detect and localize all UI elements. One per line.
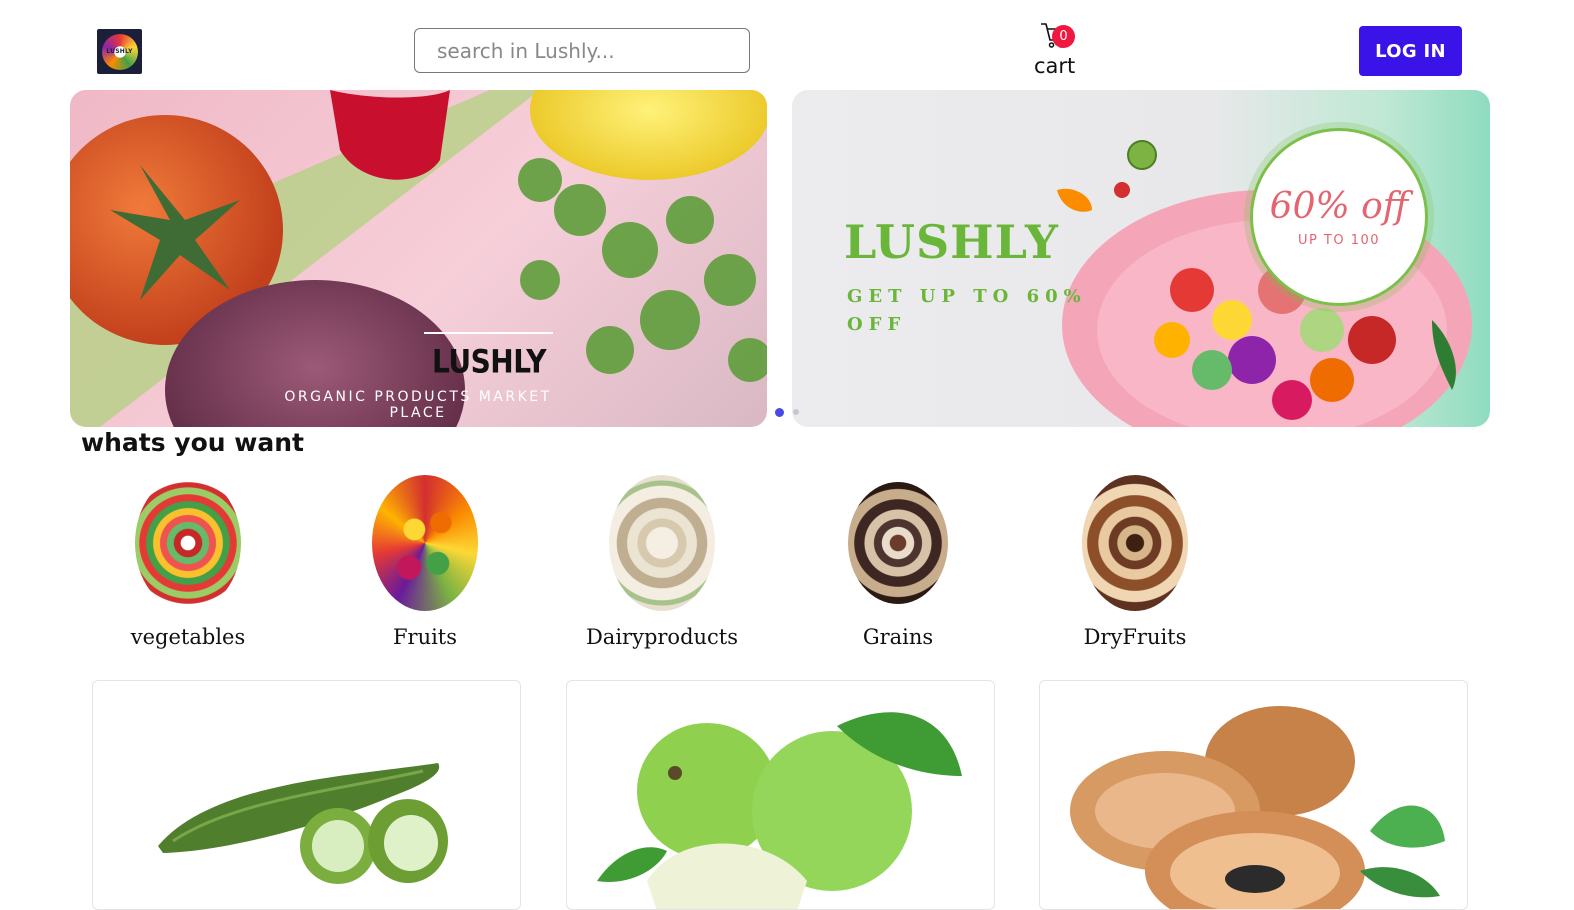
banner-brand: LUSHLY bbox=[844, 215, 1059, 269]
category-label: Fruits bbox=[392, 625, 458, 649]
discount-limit: UP TO 100 bbox=[1297, 233, 1381, 248]
category-grains[interactable]: Grains bbox=[788, 470, 1008, 655]
logo-text: LUSHLY bbox=[106, 48, 133, 55]
product-card[interactable] bbox=[566, 680, 995, 910]
carousel-dot-1[interactable] bbox=[775, 407, 784, 417]
category-fruits[interactable]: Fruits bbox=[315, 470, 535, 655]
header: LUSHLY 0 cart LOG IN bbox=[0, 0, 1574, 90]
vegetables-image bbox=[135, 475, 241, 611]
product-card[interactable] bbox=[1039, 680, 1468, 910]
carousel-dot-2[interactable] bbox=[793, 409, 799, 415]
cart-label: cart bbox=[1034, 54, 1076, 78]
category-dryfruits[interactable]: DryFruits bbox=[1025, 470, 1245, 655]
discount-percent: 60% off bbox=[1269, 186, 1409, 227]
banner-subtitle: ORGANIC PRODUCTS MARKET PLACE bbox=[284, 389, 552, 421]
category-label: vegetables bbox=[130, 625, 246, 649]
category-vegetables[interactable]: vegetables bbox=[78, 470, 298, 655]
discount-badge: 60% off UP TO 100 bbox=[1250, 128, 1428, 306]
category-label: DryFruits bbox=[1083, 625, 1187, 649]
cart-count-badge: 0 bbox=[1052, 25, 1075, 48]
category-label: Dairyproducts bbox=[585, 625, 739, 649]
cart-button[interactable]: 0 cart bbox=[1030, 18, 1080, 80]
grains-image bbox=[848, 482, 948, 604]
category-dairyproducts[interactable]: Dairyproducts bbox=[552, 470, 772, 655]
fruits-image bbox=[372, 475, 478, 611]
carousel-slide-offer[interactable]: LUSHLY GET UP TO 60% OFF 60% off UP TO 1… bbox=[792, 90, 1490, 427]
dryfruits-image bbox=[1082, 475, 1188, 611]
banner-title: LUSHLY bbox=[432, 342, 546, 381]
login-button[interactable]: LOG IN bbox=[1359, 26, 1462, 76]
category-label: Grains bbox=[862, 625, 934, 649]
categories-title: whats you want bbox=[81, 428, 304, 457]
logo-emblem: LUSHLY bbox=[101, 33, 138, 70]
search-input[interactable] bbox=[414, 28, 750, 73]
carousel-indicators bbox=[775, 407, 799, 417]
logo[interactable]: LUSHLY bbox=[97, 29, 142, 74]
product-card[interactable] bbox=[92, 680, 521, 910]
dairyproducts-image bbox=[609, 475, 715, 611]
banner-offer-text: GET UP TO 60% OFF bbox=[847, 286, 1087, 335]
banner-divider bbox=[424, 332, 553, 334]
sapota-image bbox=[1070, 706, 1445, 909]
ridge-gourd-image bbox=[158, 763, 448, 884]
guava-image bbox=[597, 712, 962, 909]
carousel-slide-organic[interactable]: LUSHLY ORGANIC PRODUCTS MARKET PLACE bbox=[70, 90, 767, 427]
